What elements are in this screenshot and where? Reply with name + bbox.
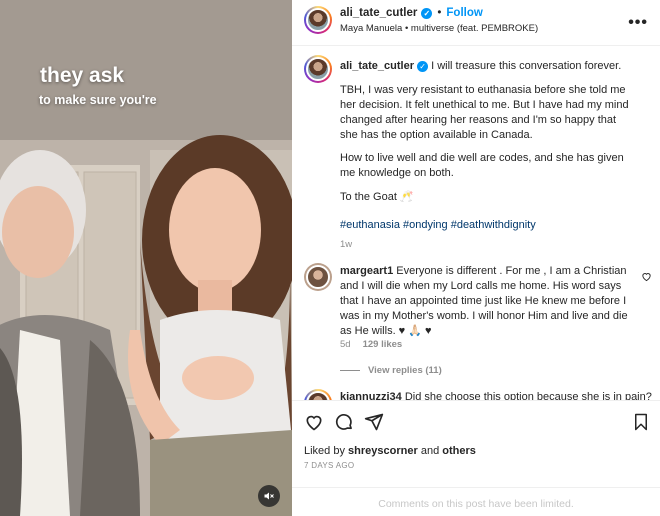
share-paper-plane-icon[interactable] (364, 412, 384, 432)
post-date: 7 DAYS AGO (304, 461, 355, 470)
caption-paragraph-1: TBH, I was very resistant to euthanasia … (340, 84, 629, 141)
post-details-panel: ali_tate_cutler ✓ • Follow Maya Manuela … (292, 0, 660, 516)
comments-limited-notice: Comments on this post have been limited. (292, 487, 660, 510)
audio-track[interactable]: Maya Manuela • multiverse (feat. PEMBROK… (340, 23, 538, 34)
next-comment-item: kiannuzzi34 Did she choose this option b… (340, 391, 652, 400)
save-bookmark-icon[interactable] (632, 412, 650, 432)
liked-by-line: Liked by shreyscorner and others (304, 445, 476, 457)
comments-scroll-area[interactable]: ali_tate_cutler ✓ I will treasure this c… (292, 47, 660, 400)
comment-likes[interactable]: 129 likes (363, 339, 403, 350)
commenter-avatar[interactable] (304, 263, 332, 291)
caption-hashtags[interactable]: #euthanasia #ondying #deathwithdignity (340, 218, 636, 233)
author-line: ali_tate_cutler ✓ • Follow (340, 7, 483, 19)
view-replies-label[interactable]: View replies (11) (368, 365, 442, 376)
caption-username[interactable]: ali_tate_cutler (340, 60, 414, 72)
liked-by-others[interactable]: others (442, 445, 476, 457)
caption-age: 1w (340, 239, 353, 250)
next-comment-username[interactable]: kiannuzzi34 (340, 391, 402, 400)
separator-dot: • (437, 7, 442, 19)
view-replies-button[interactable]: View replies (11) (340, 365, 442, 376)
post-header: ali_tate_cutler ✓ • Follow Maya Manuela … (292, 0, 660, 46)
replies-divider (340, 370, 360, 371)
author-username[interactable]: ali_tate_cutler (340, 7, 417, 19)
like-heart-icon[interactable] (304, 412, 324, 432)
comment-age: 5d (340, 339, 351, 350)
post-media[interactable]: they ask to make sure you're (0, 0, 292, 516)
liked-by-user[interactable]: shreyscorner (348, 445, 418, 457)
comment-item: margeart1 Everyone is different . For me… (340, 264, 632, 339)
caption-first-line: ali_tate_cutler ✓ I will treasure this c… (340, 59, 640, 74)
caption-paragraph-2: How to live well and die well are codes,… (340, 152, 624, 179)
verified-badge-icon: ✓ (417, 61, 429, 72)
video-overlay-title: they ask (40, 64, 125, 87)
liked-by-prefix: Liked by (304, 445, 345, 457)
comment-bubble-icon[interactable] (334, 412, 354, 432)
comment-username[interactable]: margeart1 (340, 265, 393, 277)
video-overlay-subtitle: to make sure you're (39, 93, 157, 107)
mute-button[interactable] (258, 485, 280, 507)
action-bar: Liked by shreyscorner and others 7 DAYS … (292, 400, 660, 510)
caption-paragraph-3: To the Goat 🥂 (340, 191, 414, 203)
speaker-muted-icon (264, 492, 274, 500)
caption-intro: I will treasure this conversation foreve… (431, 60, 622, 72)
caption-avatar[interactable] (304, 55, 332, 83)
next-comment-text: Did she choose this option because she i… (404, 391, 652, 400)
more-horizontal-icon[interactable]: ••• (628, 14, 648, 32)
comment-like-heart-icon[interactable] (641, 271, 652, 282)
comment-meta: 5d 129 likes (340, 339, 402, 350)
verified-badge-icon: ✓ (421, 7, 433, 19)
next-commenter-avatar[interactable] (304, 389, 332, 400)
follow-button[interactable]: Follow (446, 7, 482, 19)
author-avatar[interactable] (304, 6, 332, 34)
liked-by-and: and (420, 445, 440, 457)
